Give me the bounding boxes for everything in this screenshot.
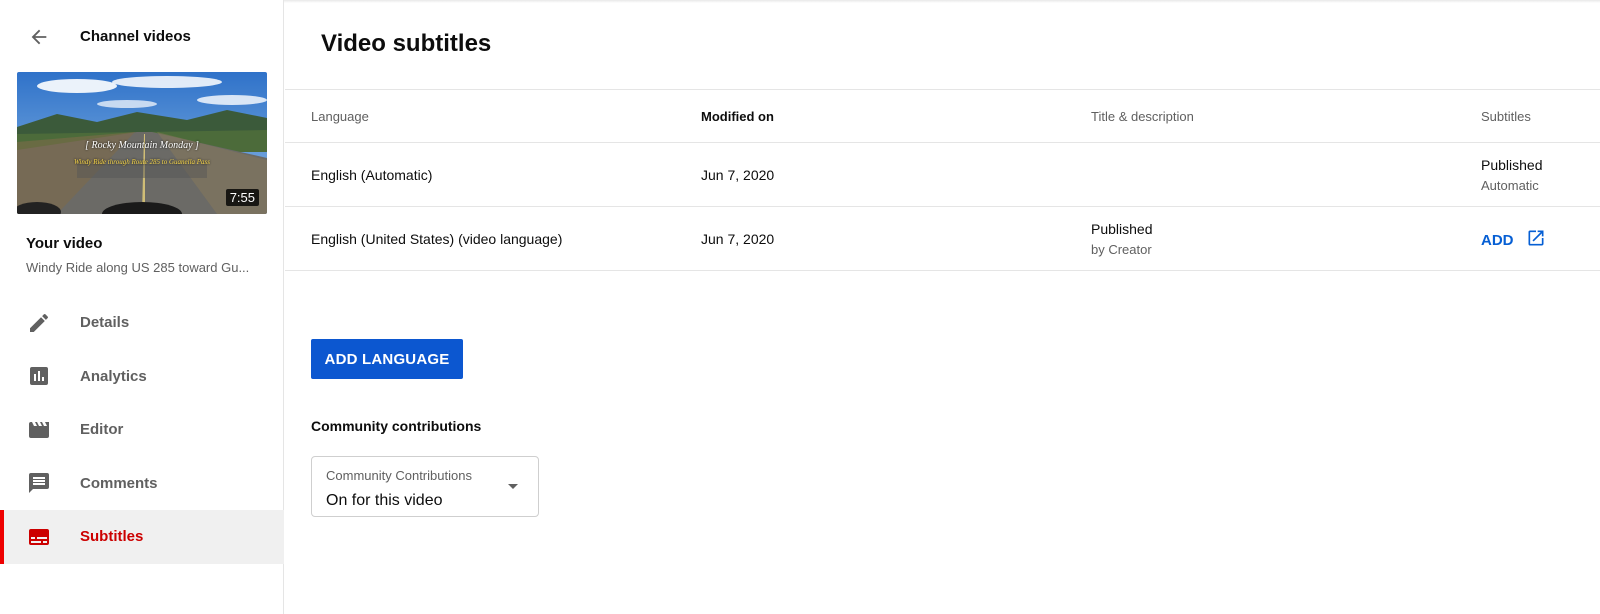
select-label: Community Contributions [326,468,472,483]
add-subtitles-label: ADD [1481,232,1514,249]
sidebar-item-label: Details [80,314,130,332]
sidebar-item-label: Editor [80,421,124,439]
column-header-modified[interactable]: Modified on [701,109,774,124]
add-subtitles-link[interactable]: ADD [1481,228,1546,253]
main-content: Video subtitles Language Modified on Tit… [285,0,1600,614]
thumbnail-title: [ Rocky Mountain Monday ] [85,140,199,151]
title-description-sub: by Creator [1091,242,1152,257]
channel-videos-link[interactable]: Channel videos [80,28,191,45]
back-row: Channel videos [24,22,191,52]
sidebar-item-label: Subtitles [80,528,144,546]
table-row[interactable]: English (United States) (video language)… [285,207,1600,271]
add-language-button[interactable]: ADD LANGUAGE [311,339,463,379]
sidebar-nav: Details Analytics Editor Comments Subtit… [0,296,284,564]
external-link-icon [1526,228,1546,253]
table-header: Language Modified on Title & description… [285,90,1600,143]
community-contributions-select[interactable]: Community Contributions On for this vide… [311,456,539,517]
column-header-title-description: Title & description [1091,109,1194,124]
subtitles-status-sub: Automatic [1481,178,1539,193]
pencil-icon [27,311,51,335]
thumbnail-subtitle: Windy Ride through Route 285 to Guanella… [73,158,211,166]
comment-icon [27,471,51,495]
sidebar-item-editor[interactable]: Editor [0,403,284,457]
sidebar-item-analytics[interactable]: Analytics [0,350,284,404]
table-row[interactable]: English (Automatic) Jun 7, 2020 Publishe… [285,143,1600,207]
select-value: On for this video [326,492,443,509]
analytics-icon [27,364,51,388]
column-header-language[interactable]: Language [311,109,369,124]
subtitles-status: Published [1481,157,1543,173]
subtitles-status-cell: Published Automatic [1481,157,1543,193]
duration-badge: 7:55 [225,189,259,206]
modified-cell: Jun 7, 2020 [701,231,775,247]
sidebar-item-label: Analytics [80,367,147,385]
your-video-label: Your video [26,235,103,252]
language-cell: English (United States) (video language) [311,231,563,247]
column-header-subtitles: Subtitles [1481,109,1531,124]
sidebar: Channel videos [ Rocky Mountain Monday]… [0,0,284,614]
community-contributions-heading: Community contributions [311,418,482,434]
sidebar-item-comments[interactable]: Comments [0,457,284,511]
clapperboard-icon [27,418,51,442]
title-description-cell[interactable]: Published by Creator [1091,221,1153,257]
video-thumbnail[interactable]: [ Rocky Mountain Monday ] Windy Ride thr… [17,72,267,214]
title-description-status: Published [1091,221,1153,237]
video-title: Windy Ride along US 285 toward Gu... [26,260,250,275]
subtitles-icon [27,525,51,549]
sidebar-item-label: Comments [80,474,158,492]
caret-down-icon [508,484,518,489]
page-title: Video subtitles [321,30,492,57]
sidebar-item-details[interactable]: Details [0,296,284,350]
back-arrow-icon[interactable] [24,22,54,52]
sidebar-item-subtitles[interactable]: Subtitles [0,510,284,564]
modified-cell: Jun 7, 2020 [701,167,775,183]
language-cell: English (Automatic) [311,167,433,183]
